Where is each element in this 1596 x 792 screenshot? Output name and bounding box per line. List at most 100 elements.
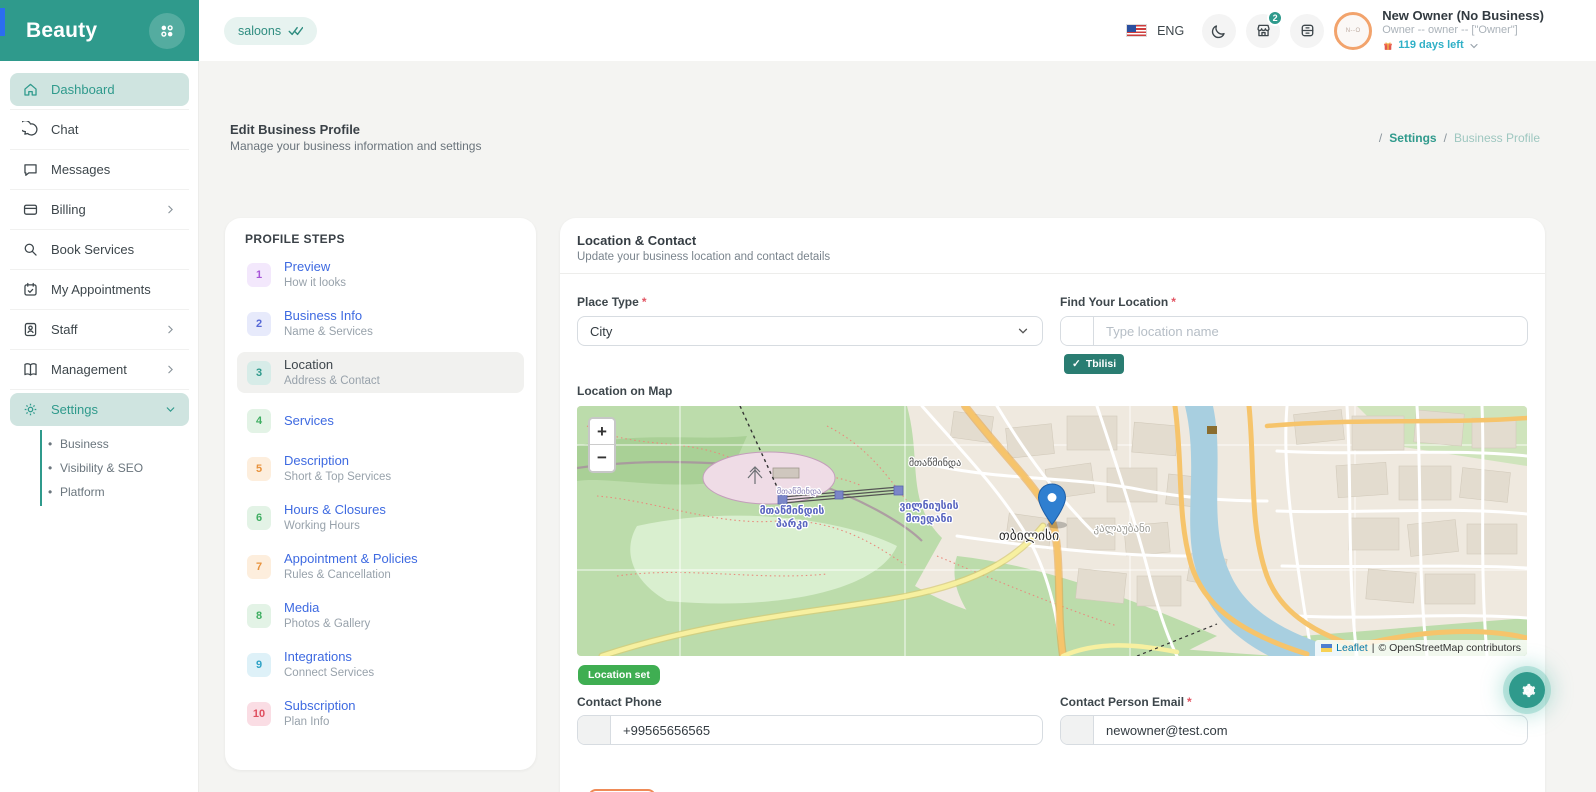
- map-attribution: Leaflet | © OpenStreetMap contributors: [1315, 640, 1527, 656]
- sidebar-item-label: Dashboard: [51, 82, 115, 97]
- sidebar-item-chat[interactable]: Chat: [10, 113, 189, 146]
- selected-city-label: Tbilisi: [1085, 358, 1117, 370]
- us-flag-icon: [1126, 24, 1148, 37]
- user-name: New Owner (No Business): [1382, 8, 1544, 24]
- step-business-info[interactable]: 2 Business Info Name & Services: [237, 303, 524, 345]
- sidebar-item-dashboard[interactable]: Dashboard: [10, 73, 189, 106]
- step-number-badge: 1: [247, 262, 271, 287]
- step-subtitle: How it looks: [284, 276, 346, 289]
- find-location-group: [1060, 316, 1528, 346]
- breadcrumb-separator: /: [1378, 131, 1383, 145]
- topbar: saloons ENG 2 N--O New Owner (No Busines…: [199, 0, 1596, 61]
- chevron-right-icon: [164, 323, 177, 336]
- breadcrumb-current: Business Profile: [1453, 131, 1540, 145]
- contact-phone-input[interactable]: [611, 716, 1042, 744]
- submenu-item-platform[interactable]: Platform: [42, 480, 199, 504]
- settings-submenu: Business Visibility & SEO Platform: [40, 430, 199, 506]
- step-media[interactable]: 8 Media Photos & Gallery: [237, 595, 524, 637]
- zoom-in-button[interactable]: +: [590, 419, 614, 445]
- phone-input-addon: [578, 716, 611, 744]
- divider: [560, 273, 1545, 274]
- sidebar-item-my-appointments[interactable]: My Appointments: [10, 273, 189, 306]
- email-input-addon: [1061, 716, 1094, 744]
- place-type-select[interactable]: City: [577, 316, 1043, 346]
- sidebar-item-management[interactable]: Management: [10, 353, 189, 386]
- map-label-district: მთაწმინდა: [909, 457, 961, 469]
- step-preview[interactable]: 1 Preview How it looks: [237, 254, 524, 296]
- sidebar-item-book-services[interactable]: Book Services: [10, 233, 189, 266]
- sidebar-item-settings[interactable]: Settings: [10, 393, 189, 426]
- step-location[interactable]: 3 Location Address & Contact: [237, 351, 524, 394]
- dark-mode-button[interactable]: [1202, 13, 1237, 48]
- sidebar-item-label: Book Services: [51, 242, 135, 257]
- moon-icon: [1210, 22, 1228, 40]
- step-number-badge: 5: [247, 457, 271, 482]
- step-title: Integrations: [284, 648, 352, 664]
- step-integrations[interactable]: 9 Integrations Connect Services: [237, 644, 524, 686]
- map-label-square: ვილნიუსის: [899, 500, 958, 512]
- floating-settings-button[interactable]: [1509, 672, 1545, 708]
- panel-subtitle: Update your business location and contac…: [577, 251, 831, 263]
- divider: [10, 149, 189, 150]
- panels-button[interactable]: [1290, 13, 1325, 48]
- trial-row[interactable]: 119 days left: [1382, 39, 1544, 53]
- divider: [10, 189, 189, 190]
- dots-grid-icon: [158, 22, 176, 40]
- apps-grid-button[interactable]: [149, 12, 185, 49]
- location-set-badge: Location set: [578, 665, 660, 685]
- contact-email-input[interactable]: [1094, 716, 1527, 744]
- sidebar-item-label: My Appointments: [51, 282, 151, 297]
- leaflet-link[interactable]: Leaflet: [1336, 642, 1368, 654]
- user-block: New Owner (No Business) Owner -- owner -…: [1382, 8, 1544, 53]
- workspace-chip[interactable]: saloons: [224, 16, 318, 45]
- step-description[interactable]: 5 Description Short & Top Services: [237, 448, 524, 490]
- find-location-input[interactable]: [1094, 317, 1527, 345]
- step-services[interactable]: 4 Services: [237, 400, 524, 441]
- double-check-icon: [288, 25, 304, 37]
- contact-email-label: Contact Person Email *: [1060, 695, 1192, 709]
- store-button[interactable]: 2: [1246, 9, 1284, 48]
- search-icon: [22, 241, 39, 258]
- language-label[interactable]: ENG: [1157, 24, 1184, 38]
- step-subtitle: Name & Services: [284, 325, 373, 338]
- step-number-badge: 9: [247, 652, 271, 677]
- sidebar-item-staff[interactable]: Staff: [10, 313, 189, 346]
- step-subscription[interactable]: 10 Subscription Plan Info: [237, 693, 524, 735]
- check-icon: ✓: [1072, 358, 1081, 370]
- divider: [10, 109, 189, 110]
- map-canvas[interactable]: მთაწმინდის პარკი ვილნიუსის მოედანი მთაწმ…: [577, 406, 1527, 656]
- place-type-value: City: [590, 323, 613, 339]
- ukraine-flag-icon: [1321, 644, 1333, 652]
- chevron-right-icon: [164, 363, 177, 376]
- workspace-chip-label: saloons: [238, 23, 282, 38]
- zoom-out-button[interactable]: −: [590, 445, 614, 471]
- map-label-city: თბილისი: [999, 528, 1059, 544]
- message-square-icon: [22, 161, 39, 178]
- sidebar-item-messages[interactable]: Messages: [10, 153, 189, 186]
- submenu-item-business[interactable]: Business: [42, 432, 199, 456]
- sidebar-nav: Dashboard Chat Messages Billing Book Ser…: [0, 72, 199, 506]
- required-asterisk: *: [641, 295, 647, 309]
- browser-focus-strip: [0, 8, 5, 36]
- step-number-badge: 4: [247, 408, 271, 433]
- step-number-badge: 3: [247, 360, 271, 385]
- selected-city-chip[interactable]: ✓ Tbilisi: [1064, 354, 1125, 374]
- breadcrumb-settings-link[interactable]: Settings: [1389, 131, 1436, 145]
- avatar[interactable]: N--O: [1334, 11, 1373, 50]
- step-title: Hours & Closures: [284, 502, 386, 518]
- step-appointment-policies[interactable]: 7 Appointment & Policies Rules & Cancella…: [237, 546, 524, 588]
- sidebar-item-billing[interactable]: Billing: [10, 193, 189, 226]
- page-subtitle: Manage your business information and set…: [230, 139, 482, 153]
- submenu-item-visibility-seo[interactable]: Visibility & SEO: [42, 456, 199, 480]
- required-asterisk: *: [1187, 695, 1192, 709]
- contact-phone-label: Contact Phone: [577, 695, 662, 709]
- step-subtitle: Plan Info: [284, 715, 330, 728]
- map-label-district-small: მთაწმინდა: [777, 486, 822, 497]
- attribution-separator: |: [1371, 642, 1375, 654]
- step-title: Services: [284, 412, 334, 428]
- step-hours-closures[interactable]: 6 Hours & Closures Working Hours: [237, 497, 524, 539]
- place-type-label: Place Type *: [577, 295, 647, 309]
- gear-icon: [1518, 681, 1537, 700]
- sidebar-item-label: Chat: [51, 122, 79, 137]
- divider: [10, 269, 189, 270]
